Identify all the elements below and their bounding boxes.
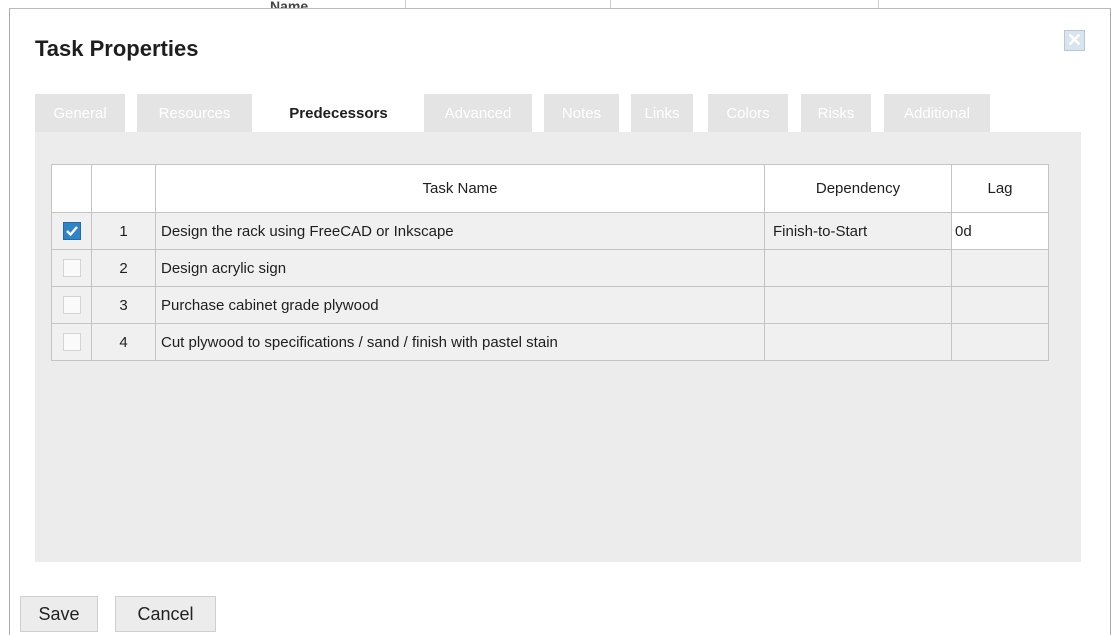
- row-checkbox[interactable]: [62, 333, 81, 352]
- table-row[interactable]: 2 Design acrylic sign: [51, 249, 1049, 287]
- select-cell: [51, 323, 92, 361]
- tab-advanced[interactable]: Advanced: [424, 94, 532, 132]
- row-number: 2: [91, 249, 156, 287]
- tab-predecessors[interactable]: Predecessors: [265, 94, 412, 132]
- column-header-select: [51, 164, 92, 213]
- tab-resources[interactable]: Resources: [137, 94, 252, 132]
- close-button[interactable]: [1064, 30, 1085, 51]
- background-column-header: Name: [270, 0, 309, 8]
- predecessors-table: Task Name Dependency Lag 1 Design the ra…: [51, 164, 1049, 361]
- dependency-cell[interactable]: [764, 323, 952, 361]
- column-header-dependency[interactable]: Dependency: [764, 164, 952, 213]
- task-properties-dialog: Task Properties General Resources Predec…: [9, 8, 1111, 635]
- lag-cell[interactable]: [951, 249, 1049, 287]
- row-checkbox[interactable]: [62, 296, 81, 315]
- lag-cell[interactable]: [951, 323, 1049, 361]
- task-name-cell[interactable]: Design the rack using FreeCAD or Inkscap…: [155, 212, 765, 250]
- tab-risks[interactable]: Risks: [801, 94, 871, 132]
- table-row[interactable]: 3 Purchase cabinet grade plywood: [51, 286, 1049, 324]
- save-button[interactable]: Save: [20, 596, 98, 632]
- row-number: 1: [91, 212, 156, 250]
- predecessors-panel: Task Name Dependency Lag 1 Design the ra…: [35, 132, 1081, 562]
- tab-general[interactable]: General: [35, 94, 125, 132]
- lag-cell[interactable]: [951, 286, 1049, 324]
- column-header-number: [91, 164, 156, 213]
- tab-colors[interactable]: Colors: [708, 94, 788, 132]
- dependency-cell[interactable]: [764, 249, 952, 287]
- select-cell: [51, 212, 92, 250]
- close-icon: [1068, 32, 1081, 50]
- table-header-row: Task Name Dependency Lag: [51, 164, 1049, 213]
- checkmark-icon: [65, 226, 78, 237]
- tab-additional[interactable]: Additional: [884, 94, 990, 132]
- column-header-lag[interactable]: Lag: [951, 164, 1049, 213]
- task-name-cell[interactable]: Cut plywood to specifications / sand / f…: [155, 323, 765, 361]
- tab-notes[interactable]: Notes: [544, 94, 619, 132]
- row-number: 3: [91, 286, 156, 324]
- select-cell: [51, 286, 92, 324]
- row-checkbox[interactable]: [62, 259, 81, 278]
- table-row[interactable]: 1 Design the rack using FreeCAD or Inksc…: [51, 212, 1049, 250]
- dependency-cell[interactable]: Finish-to-Start: [764, 212, 952, 250]
- dependency-cell[interactable]: [764, 286, 952, 324]
- lag-cell[interactable]: 0d: [951, 212, 1049, 250]
- cancel-button[interactable]: Cancel: [115, 596, 216, 632]
- row-checkbox[interactable]: [62, 222, 81, 241]
- dialog-title: Task Properties: [35, 36, 199, 61]
- tab-links[interactable]: Links: [631, 94, 693, 132]
- row-number: 4: [91, 323, 156, 361]
- table-row[interactable]: 4 Cut plywood to specifications / sand /…: [51, 323, 1049, 361]
- column-header-task-name[interactable]: Task Name: [155, 164, 765, 213]
- select-cell: [51, 249, 92, 287]
- task-name-cell[interactable]: Purchase cabinet grade plywood: [155, 286, 765, 324]
- task-name-cell[interactable]: Design acrylic sign: [155, 249, 765, 287]
